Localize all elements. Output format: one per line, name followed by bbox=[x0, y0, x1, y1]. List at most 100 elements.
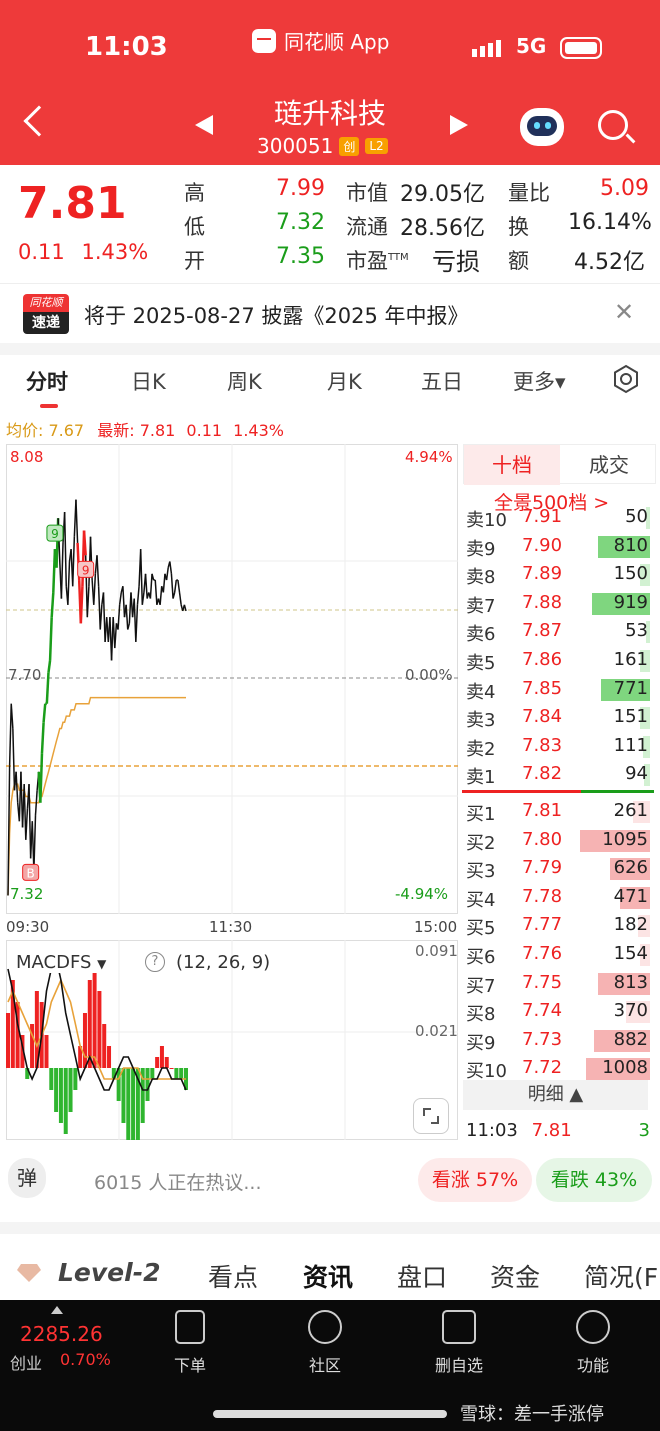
level-volume: 111 bbox=[613, 734, 648, 756]
tab-more[interactable]: 更多▾ bbox=[513, 366, 566, 396]
turnover-value: 16.14% bbox=[568, 210, 652, 235]
level-volume: 626 bbox=[613, 857, 648, 879]
bid-row[interactable]: 买4 7.78 471 bbox=[464, 884, 654, 912]
ask-row[interactable]: 卖7 7.88 919 bbox=[464, 590, 654, 618]
last-trade-price: 7.81 bbox=[531, 1120, 572, 1141]
discussion-count[interactable]: 6015 人正在热议... bbox=[94, 1168, 262, 1195]
tab-profile[interactable]: 简况(F bbox=[584, 1258, 660, 1294]
level-volume: 810 bbox=[613, 534, 648, 556]
macd-bar bbox=[155, 1057, 160, 1068]
intraday-chart[interactable]: B 9 9 bbox=[6, 444, 458, 914]
nav-remove-watchlist[interactable]: 删自选 bbox=[419, 1310, 499, 1376]
price-segment bbox=[12, 728, 16, 791]
price-segment bbox=[34, 790, 38, 816]
level-label: 卖3 bbox=[466, 710, 496, 732]
bearish-button[interactable]: 看跌 43% bbox=[536, 1158, 652, 1202]
macd-bar bbox=[164, 1057, 169, 1068]
tab-weekly-k[interactable]: 周K bbox=[227, 366, 262, 396]
comment-bubble-button[interactable]: 弹 bbox=[8, 1158, 46, 1202]
ask-row[interactable]: 卖3 7.84 151 bbox=[464, 704, 654, 732]
bid-row[interactable]: 买2 7.80 1095 bbox=[464, 827, 654, 855]
network-type: 5G bbox=[516, 34, 547, 58]
level-price: 7.74 bbox=[522, 1000, 563, 1022]
macd-bar bbox=[107, 1046, 112, 1068]
tab-five-day[interactable]: 五日 bbox=[421, 366, 463, 396]
price-segment bbox=[159, 586, 163, 605]
next-stock-icon[interactable] bbox=[450, 115, 468, 135]
y-axis-right-top: 4.94% bbox=[405, 448, 453, 466]
tab-funds[interactable]: 资金 bbox=[490, 1258, 540, 1294]
detail-toggle[interactable]: 明细 ▲ bbox=[463, 1080, 648, 1110]
price-segment bbox=[178, 592, 182, 605]
trade-marker[interactable]: 9 bbox=[46, 524, 64, 542]
amount-label: 额 bbox=[508, 249, 529, 273]
bid-row[interactable]: 买9 7.73 882 bbox=[464, 1027, 654, 1055]
level2-badge: L2 bbox=[365, 138, 388, 154]
orderbook-tabs: 十档 成交 bbox=[463, 444, 656, 485]
ask-row[interactable]: 卖10 7.91 50 bbox=[464, 504, 654, 532]
price-segment bbox=[118, 592, 123, 605]
announcement-text[interactable]: 将于 2025-08-27 披露《2025 年中报》 bbox=[84, 300, 469, 330]
ask-row[interactable]: 卖6 7.87 53 bbox=[464, 618, 654, 646]
tab-trades[interactable]: 成交 bbox=[562, 445, 656, 485]
bid-row[interactable]: 买5 7.77 182 bbox=[464, 912, 654, 940]
tab-daily-k[interactable]: 日K bbox=[131, 366, 166, 396]
y-axis-mid: 7.70 bbox=[8, 666, 42, 684]
nav-community[interactable]: 社区 bbox=[285, 1310, 365, 1376]
index-value[interactable]: 2285.26 bbox=[20, 1322, 103, 1346]
ask-row[interactable]: 卖9 7.90 810 bbox=[464, 533, 654, 561]
app-title: 同花顺 App bbox=[252, 26, 389, 55]
bid-row[interactable]: 买3 7.79 626 bbox=[464, 855, 654, 883]
close-icon[interactable]: ✕ bbox=[614, 298, 634, 326]
level-price: 7.88 bbox=[522, 591, 563, 613]
ask-row[interactable]: 卖2 7.83 111 bbox=[464, 733, 654, 761]
open-value: 7.35 bbox=[276, 244, 325, 269]
bid-row[interactable]: 买6 7.76 154 bbox=[464, 941, 654, 969]
level-price: 7.87 bbox=[522, 620, 563, 642]
search-icon[interactable] bbox=[598, 110, 628, 140]
svg-text:9: 9 bbox=[82, 563, 90, 577]
price-segment bbox=[67, 561, 71, 605]
price-segment bbox=[144, 573, 148, 599]
macd-bar bbox=[73, 1068, 78, 1090]
robot-assistant-icon[interactable] bbox=[520, 108, 564, 146]
macd-bar bbox=[63, 1068, 68, 1134]
ask-row[interactable]: 卖4 7.85 771 bbox=[464, 676, 654, 704]
ask-row[interactable]: 卖5 7.86 161 bbox=[464, 647, 654, 675]
nav-functions[interactable]: 功能 bbox=[553, 1310, 633, 1376]
macd-bar bbox=[54, 1068, 59, 1112]
level-label: 买5 bbox=[466, 918, 496, 940]
macd-bar bbox=[131, 1068, 136, 1140]
tab-ten-levels[interactable]: 十档 bbox=[464, 445, 560, 485]
macd-params: (12, 26, 9) bbox=[176, 952, 271, 973]
trade-marker[interactable]: B bbox=[22, 863, 40, 881]
fullscreen-icon[interactable] bbox=[413, 1098, 449, 1134]
macd-selector[interactable]: MACDFS ▼ bbox=[16, 952, 107, 973]
tab-news[interactable]: 资讯 bbox=[303, 1258, 353, 1294]
level-price: 7.86 bbox=[522, 649, 563, 670]
price-segment bbox=[82, 530, 87, 556]
macd-bar bbox=[179, 1068, 184, 1079]
tab-highlights[interactable]: 看点 bbox=[208, 1258, 258, 1294]
tab-order-flow[interactable]: 盘口 bbox=[397, 1258, 447, 1294]
help-icon[interactable]: ? bbox=[145, 952, 165, 972]
bid-row[interactable]: 买7 7.75 813 bbox=[464, 970, 654, 998]
settings-icon[interactable] bbox=[611, 364, 641, 394]
nav-order[interactable]: 下单 bbox=[150, 1310, 230, 1376]
price-segment bbox=[7, 765, 11, 896]
trade-marker[interactable]: 9 bbox=[77, 560, 95, 578]
level-label: 卖2 bbox=[466, 738, 496, 760]
tab-level2[interactable]: Level-2 bbox=[58, 1258, 160, 1287]
level-volume: 161 bbox=[613, 649, 648, 670]
ask-row[interactable]: 卖8 7.89 150 bbox=[464, 561, 654, 589]
ask-row[interactable]: 卖1 7.82 94 bbox=[464, 761, 654, 789]
bid-row[interactable]: 买8 7.74 370 bbox=[464, 998, 654, 1026]
index-pct: 0.70% bbox=[60, 1350, 111, 1369]
macd-bar bbox=[92, 969, 97, 1068]
bid-row[interactable]: 买1 7.81 261 bbox=[464, 798, 654, 826]
price-segment bbox=[71, 536, 76, 587]
open-label: 开 bbox=[184, 249, 205, 273]
tab-monthly-k[interactable]: 月K bbox=[327, 366, 362, 396]
tab-intraday[interactable]: 分时 bbox=[26, 366, 68, 396]
bullish-button[interactable]: 看涨 57% bbox=[418, 1158, 532, 1202]
